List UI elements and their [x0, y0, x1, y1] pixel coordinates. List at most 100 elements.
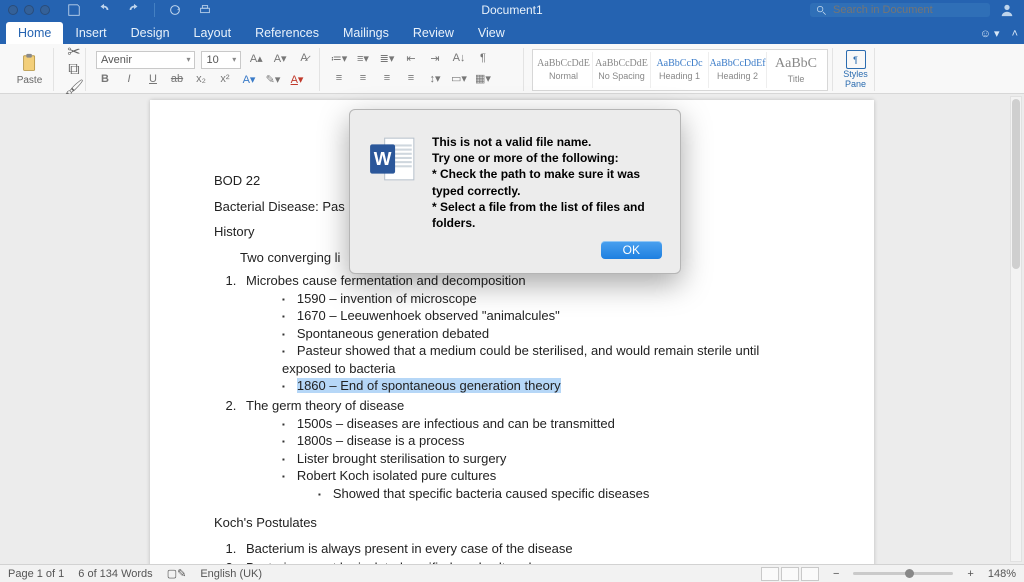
text-effect-icon[interactable]: A▾ [240, 73, 258, 89]
style-no-spacing[interactable]: AaBbCcDdENo Spacing [593, 52, 651, 88]
align-center-icon[interactable]: ≡ [354, 72, 372, 88]
search-icon [816, 5, 827, 16]
italic-button[interactable]: I [120, 73, 138, 89]
subscript-button[interactable]: x₂ [192, 73, 210, 89]
document-title: Document1 [481, 3, 542, 17]
print-layout-icon[interactable] [781, 567, 799, 581]
tab-references[interactable]: References [243, 22, 331, 44]
bullets-icon[interactable]: ≔▾ [330, 52, 348, 68]
repeat-icon[interactable] [165, 1, 185, 19]
grow-font-icon[interactable]: A▴ [247, 52, 265, 68]
titlebar: Document1 [0, 0, 1024, 20]
tab-layout[interactable]: Layout [182, 22, 244, 44]
smiley-icon[interactable]: ☺ ▾ [980, 27, 1000, 40]
zoom-window-icon[interactable] [40, 5, 50, 15]
undo-icon[interactable] [94, 1, 114, 19]
style-title[interactable]: AaBbCTitle [767, 52, 825, 88]
multilevel-icon[interactable]: ≣▾ [378, 52, 396, 68]
align-right-icon[interactable]: ≡ [378, 72, 396, 88]
ribbon: Paste ✂ ⧉ 🖌 Avenir▾ 10▾ A▴ A▾ A̷ B I U a… [0, 44, 1024, 94]
list-item: Spontaneous generation debated [282, 325, 810, 343]
svg-text:W: W [374, 148, 392, 169]
word-count[interactable]: 6 of 134 Words [78, 568, 152, 580]
tab-home[interactable]: Home [6, 22, 63, 44]
line-spacing-icon[interactable]: ↕▾ [426, 72, 444, 88]
scroll-thumb[interactable] [1012, 99, 1020, 269]
zoom-level[interactable]: 148% [988, 568, 1016, 580]
tab-design[interactable]: Design [119, 22, 182, 44]
list-item: 1860 – End of spontaneous generation the… [282, 377, 810, 395]
list-item: 1590 – invention of microscope [282, 290, 810, 308]
show-marks-icon[interactable]: ¶ [474, 52, 492, 68]
strike-button[interactable]: ab [168, 73, 186, 89]
paste-icon[interactable] [19, 53, 41, 75]
numbering-icon[interactable]: ≡▾ [354, 52, 372, 68]
zoom-in-icon[interactable]: + [967, 568, 973, 580]
window-controls [8, 5, 50, 15]
spellcheck-icon[interactable]: ▢✎ [167, 567, 187, 580]
paste-label: Paste [17, 75, 43, 86]
vertical-scrollbar[interactable] [1010, 96, 1022, 562]
collapse-ribbon-icon[interactable]: ˄ [1012, 28, 1018, 40]
superscript-button[interactable]: x² [216, 73, 234, 89]
tab-review[interactable]: Review [401, 22, 466, 44]
tab-view[interactable]: View [466, 22, 517, 44]
shading-icon[interactable]: ▭▾ [450, 72, 468, 88]
list-item: Bacterium is always present in every cas… [240, 540, 810, 558]
style-heading2[interactable]: AaBbCcDdEfHeading 2 [709, 52, 767, 88]
ribbon-tabs: Home Insert Design Layout References Mai… [0, 20, 1024, 44]
save-icon[interactable] [64, 1, 84, 19]
cut-icon[interactable]: ✂ [64, 43, 84, 61]
search-input[interactable] [833, 4, 983, 16]
borders-icon[interactable]: ▦▾ [474, 72, 492, 88]
sort-icon[interactable]: A↓ [450, 52, 468, 68]
language-indicator[interactable]: English (UK) [200, 568, 262, 580]
print-icon[interactable] [195, 1, 215, 19]
align-left-icon[interactable]: ≡ [330, 72, 348, 88]
zoom-slider[interactable] [853, 572, 953, 575]
bold-button[interactable]: B [96, 73, 114, 89]
shrink-font-icon[interactable]: A▾ [271, 52, 289, 68]
list-item: Robert Koch isolated pure cultures [282, 467, 810, 485]
ok-button[interactable]: OK [601, 241, 662, 259]
copy-icon[interactable]: ⧉ [64, 61, 84, 79]
indent-inc-icon[interactable]: ⇥ [426, 52, 444, 68]
list-item: Microbes cause fermentation and decompos… [240, 272, 810, 395]
styles-gallery[interactable]: AaBbCcDdENormal AaBbCcDdENo Spacing AaBb… [532, 49, 828, 91]
list-item: Lister brought sterilisation to surgery [282, 450, 810, 468]
font-size-select[interactable]: 10▾ [201, 51, 241, 69]
error-dialog: W This is not a valid file name. Try one… [349, 109, 681, 274]
dialog-message: This is not a valid file name. Try one o… [432, 134, 662, 231]
selected-text: 1860 – End of spontaneous generation the… [297, 378, 561, 393]
web-layout-icon[interactable] [801, 567, 819, 581]
list-item: 1800s – disease is a process [282, 432, 810, 450]
close-window-icon[interactable] [8, 5, 18, 15]
styles-pane-button[interactable]: ¶ Styles Pane [837, 48, 875, 91]
list-item: The germ theory of disease 1500s – disea… [240, 397, 810, 502]
page-indicator[interactable]: Page 1 of 1 [8, 568, 64, 580]
style-heading1[interactable]: AaBbCcDcHeading 1 [651, 52, 709, 88]
zoom-knob[interactable] [905, 569, 914, 578]
user-icon[interactable] [998, 3, 1016, 17]
focus-view-icon[interactable] [761, 567, 779, 581]
font-group: Avenir▾ 10▾ A▴ A▾ A̷ B I U ab x₂ x² A▾ ✎… [90, 48, 320, 91]
redo-icon[interactable] [124, 1, 144, 19]
view-buttons [761, 567, 819, 581]
underline-button[interactable]: U [144, 73, 162, 89]
paragraph-group: ≔▾ ≡▾ ≣▾ ⇤ ⇥ A↓ ¶ ≡ ≡ ≡ ≡ ↕▾ ▭▾ ▦▾ [324, 48, 524, 91]
word-app-icon: W [368, 134, 418, 184]
zoom-out-icon[interactable]: − [833, 568, 839, 580]
minimize-window-icon[interactable] [24, 5, 34, 15]
clear-format-icon[interactable]: A̷ [295, 52, 313, 68]
search-box[interactable] [810, 3, 990, 17]
highlight-icon[interactable]: ✎▾ [264, 73, 282, 89]
indent-dec-icon[interactable]: ⇤ [402, 52, 420, 68]
list-item: Showed that specific bacteria caused spe… [318, 485, 810, 503]
style-normal[interactable]: AaBbCcDdENormal [535, 52, 593, 88]
justify-icon[interactable]: ≡ [402, 72, 420, 88]
font-color-icon[interactable]: A▾ [288, 73, 306, 89]
styles-pane-icon: ¶ [846, 50, 866, 69]
font-name-select[interactable]: Avenir▾ [96, 51, 195, 69]
statusbar: Page 1 of 1 6 of 134 Words ▢✎ English (U… [0, 564, 1024, 582]
tab-mailings[interactable]: Mailings [331, 22, 401, 44]
